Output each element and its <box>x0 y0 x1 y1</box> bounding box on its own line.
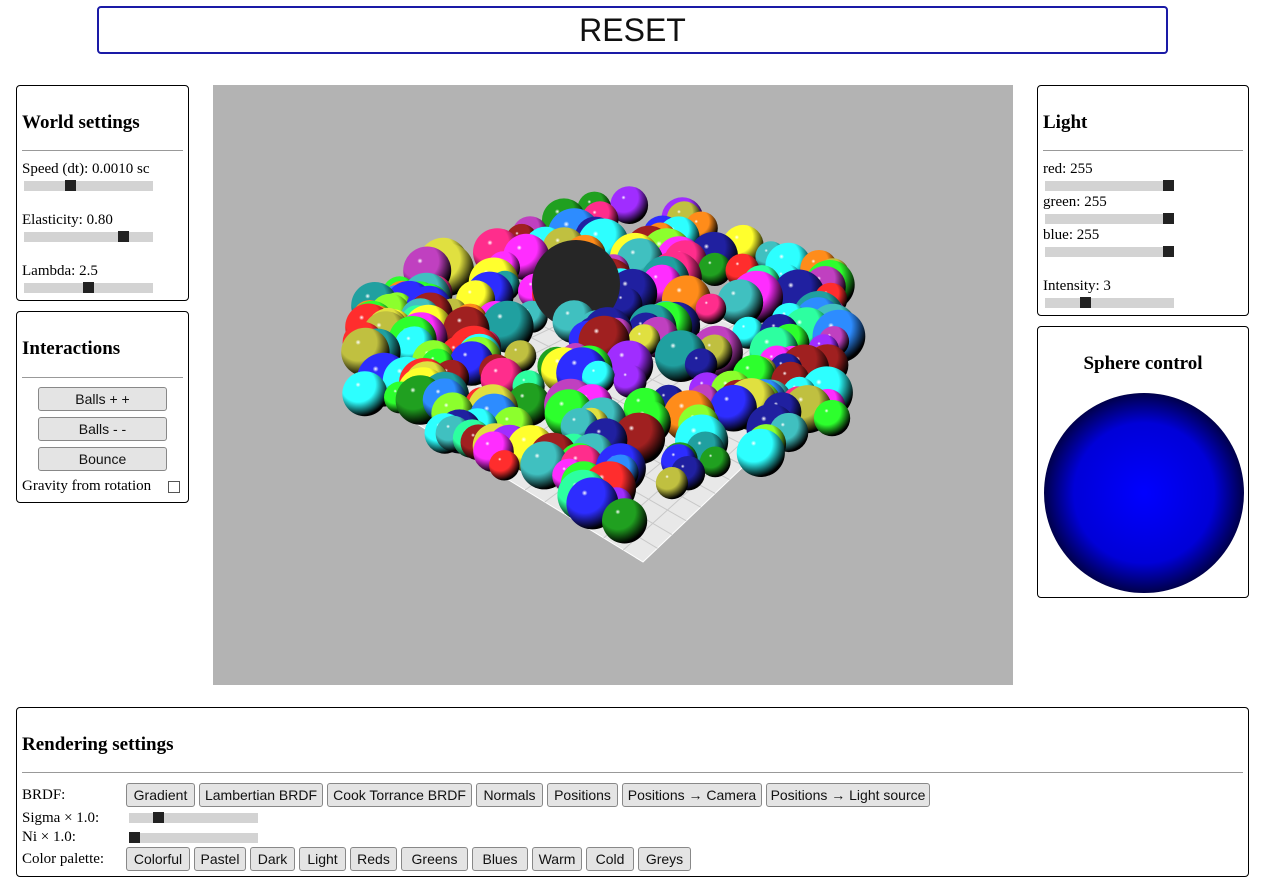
green-label: green: 255 <box>1043 194 1107 210</box>
divider <box>22 377 183 378</box>
palette-option-button[interactable]: Cold <box>586 847 634 871</box>
sphere-control-panel: Sphere control <box>1037 326 1249 598</box>
ball <box>602 498 648 544</box>
sphere-control-widget[interactable] <box>1043 392 1245 594</box>
red-slider-thumb[interactable] <box>1163 180 1174 191</box>
intensity-slider-thumb[interactable] <box>1080 297 1091 308</box>
palette-option-button[interactable]: Warm <box>532 847 582 871</box>
divider <box>1043 150 1243 151</box>
palette-option-button[interactable]: Colorful <box>126 847 190 871</box>
world-settings-title: World settings <box>22 112 140 133</box>
world-settings-panel: World settings Speed (dt): 0.0010 sc Ela… <box>16 85 189 301</box>
balls-group <box>341 186 866 544</box>
elasticity-slider[interactable] <box>24 231 153 242</box>
brdf-option-button[interactable]: Positions <box>547 783 618 807</box>
ni-slider[interactable] <box>129 832 258 843</box>
sphere-control-title: Sphere control <box>1083 353 1203 374</box>
palette-option-button[interactable]: Blues <box>472 847 528 871</box>
elasticity-slider-thumb[interactable] <box>118 231 129 242</box>
balls-minus-button[interactable]: Balls - - <box>38 417 167 441</box>
palette-option-button[interactable]: Dark <box>250 847 295 871</box>
red-label: red: 255 <box>1043 161 1093 177</box>
ball <box>342 371 388 417</box>
sigma-slider-thumb[interactable] <box>153 812 164 823</box>
ball <box>655 467 688 500</box>
palette-option-button[interactable]: Pastel <box>194 847 246 871</box>
ball <box>489 450 520 481</box>
control-sphere[interactable] <box>1044 393 1244 593</box>
palette-option-button[interactable]: Greens <box>401 847 468 871</box>
blue-label: blue: 255 <box>1043 227 1100 243</box>
palette-option-button[interactable]: Reds <box>350 847 397 871</box>
green-slider[interactable] <box>1045 213 1174 224</box>
brdf-option-button[interactable]: Cook Torrance BRDF <box>327 783 472 807</box>
balls-plus-button[interactable]: Balls + + <box>38 387 167 411</box>
brdf-option-button[interactable]: Lambertian BRDF <box>199 783 323 807</box>
sigma-label: Sigma × 1.0: <box>22 810 100 826</box>
gravity-label: Gravity from rotation <box>22 478 152 494</box>
interactions-title: Interactions <box>22 338 121 359</box>
intensity-slider[interactable] <box>1045 297 1174 308</box>
speed-label: Speed (dt): 0.0010 sc <box>22 161 150 177</box>
palette-option-button[interactable]: Light <box>299 847 346 871</box>
rendering-settings-panel: Rendering settings BRDF: Gradient Lambert… <box>16 707 1249 877</box>
brdf-options: Gradient Lambertian BRDF Cook Torrance BRD… <box>126 783 1226 807</box>
speed-slider[interactable] <box>24 180 153 191</box>
brdf-option-button[interactable]: Positions → Camera <box>622 783 762 807</box>
brdf-option-button[interactable]: Normals <box>476 783 543 807</box>
lambda-slider-thumb[interactable] <box>83 282 94 293</box>
lambda-slider[interactable] <box>24 282 153 293</box>
palette-options: Colorful Pastel Dark Light Reds Greens Blues Wa… <box>126 847 1226 871</box>
ball <box>695 293 727 325</box>
palette-option-button[interactable]: Greys <box>638 847 691 871</box>
blue-slider[interactable] <box>1045 246 1174 257</box>
rendering-settings-title: Rendering settings <box>22 734 174 755</box>
reset-button[interactable]: RESET <box>97 6 1168 54</box>
palette-label: Color palette: <box>22 851 105 867</box>
blue-slider-thumb[interactable] <box>1163 246 1174 257</box>
divider <box>22 150 183 151</box>
ni-slider-thumb[interactable] <box>129 832 140 843</box>
intensity-label: Intensity: 3 <box>1043 278 1111 294</box>
scene-canvas[interactable] <box>213 85 1013 685</box>
scene-render[interactable] <box>213 85 1013 685</box>
elasticity-label: Elasticity: 0.80 <box>22 212 113 228</box>
speed-slider-thumb[interactable] <box>65 180 76 191</box>
bounce-button[interactable]: Bounce <box>38 447 167 471</box>
brdf-option-button[interactable]: Positions → Light source <box>766 783 930 807</box>
lambda-label: Lambda: 2.5 <box>22 263 98 279</box>
light-title: Light <box>1043 112 1088 133</box>
sigma-slider[interactable] <box>129 812 258 823</box>
ni-label: Ni × 1.0: <box>22 829 76 845</box>
gravity-checkbox[interactable] <box>168 481 180 493</box>
red-slider[interactable] <box>1045 180 1174 191</box>
divider <box>22 772 1243 773</box>
interactions-panel: Interactions Balls + + Balls - - Bounce … <box>16 311 189 503</box>
light-panel: Light red: 255 green: 255 blue: 255 Inte… <box>1037 85 1249 316</box>
ball <box>736 428 785 477</box>
green-slider-thumb[interactable] <box>1163 213 1174 224</box>
brdf-label: BRDF: <box>22 787 66 803</box>
ball <box>813 399 851 437</box>
brdf-option-button[interactable]: Gradient <box>126 783 195 807</box>
